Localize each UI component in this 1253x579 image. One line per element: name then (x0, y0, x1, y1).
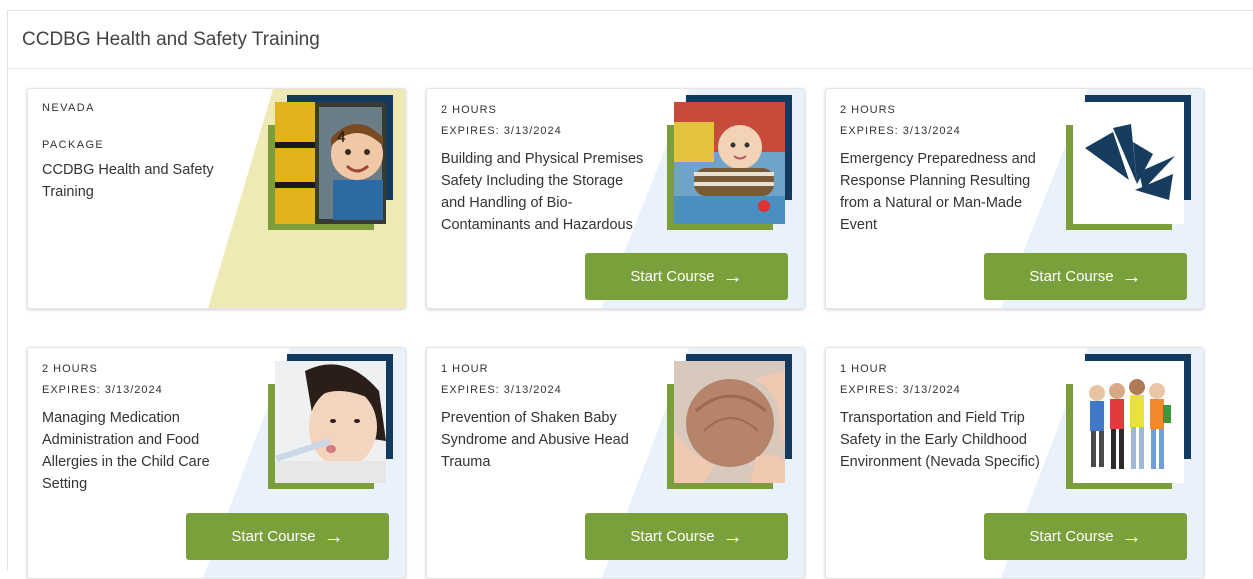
start-course-button[interactable]: Start Course → (585, 513, 788, 560)
course-image-frame (268, 354, 393, 489)
package-region: NEVADA (42, 102, 95, 114)
package-title[interactable]: CCDBG Health and Safety Training (42, 159, 249, 203)
package-image-frame: 4 (268, 95, 393, 230)
start-course-button[interactable]: Start Course → (585, 253, 788, 300)
arrow-right-icon: → (323, 525, 344, 548)
package-card[interactable]: NEVADA PACKAGE CCDBG Health and Safety T… (27, 88, 406, 309)
baby-head-image (674, 361, 785, 483)
panel-title: CCDBG Health and Safety Training (8, 11, 1253, 69)
course-hours: 2 HOURS (441, 104, 497, 116)
course-card[interactable]: 1 HOUR EXPIRES: 3/13/2024 Prevention of … (426, 347, 805, 579)
package-type: PACKAGE (42, 139, 105, 151)
course-hours: 2 HOURS (840, 104, 896, 116)
course-hours: 1 HOUR (840, 363, 888, 375)
arrow-right-icon: → (1121, 265, 1142, 288)
course-title[interactable]: Prevention of Shaken Baby Syndrome and A… (441, 407, 648, 473)
course-expiration: EXPIRES: 3/13/2024 (441, 384, 562, 396)
child-medicine-image (275, 361, 386, 483)
course-card[interactable]: 2 HOURS EXPIRES: 3/13/2024 Building and … (426, 88, 805, 309)
course-hours: 2 HOURS (42, 363, 98, 375)
course-title[interactable]: Managing Medication Administration and F… (42, 407, 249, 495)
start-course-label: Start Course (630, 268, 715, 285)
course-card[interactable]: 2 HOURS EXPIRES: 3/13/2024 Managing Medi… (27, 347, 406, 579)
start-course-label: Start Course (1029, 268, 1114, 285)
course-title[interactable]: Transportation and Field Trip Safety in … (840, 407, 1047, 473)
start-course-label: Start Course (630, 528, 715, 545)
children-backpacks-image (1073, 361, 1184, 483)
start-course-button[interactable]: Start Course → (186, 513, 389, 560)
course-card[interactable]: 1 HOUR EXPIRES: 3/13/2024 Transportation… (825, 347, 1204, 579)
course-title[interactable]: Building and Physical Premises Safety In… (441, 148, 648, 236)
arrow-right-icon: → (722, 265, 743, 288)
course-expiration: EXPIRES: 3/13/2024 (840, 125, 961, 137)
start-course-label: Start Course (1029, 528, 1114, 545)
course-expiration: EXPIRES: 3/13/2024 (441, 125, 562, 137)
arrow-right-icon: → (722, 525, 743, 548)
course-hours: 1 HOUR (441, 363, 489, 375)
school-bus-child-image: 4 (275, 102, 386, 224)
leaf-logo-image (1073, 102, 1184, 224)
svg-text:4: 4 (337, 130, 346, 146)
course-image-frame (1066, 95, 1191, 230)
course-expiration: EXPIRES: 3/13/2024 (840, 384, 961, 396)
course-title[interactable]: Emergency Preparedness and Response Plan… (840, 148, 1047, 236)
start-course-button[interactable]: Start Course → (984, 513, 1187, 560)
start-course-label: Start Course (231, 528, 316, 545)
baby-crawling-image (674, 102, 785, 224)
course-image-frame (1066, 354, 1191, 489)
course-image-frame (667, 354, 792, 489)
start-course-button[interactable]: Start Course → (984, 253, 1187, 300)
course-image-frame (667, 95, 792, 230)
arrow-right-icon: → (1121, 525, 1142, 548)
course-card[interactable]: 2 HOURS EXPIRES: 3/13/2024 Emergency Pre… (825, 88, 1204, 309)
course-expiration: EXPIRES: 3/13/2024 (42, 384, 163, 396)
